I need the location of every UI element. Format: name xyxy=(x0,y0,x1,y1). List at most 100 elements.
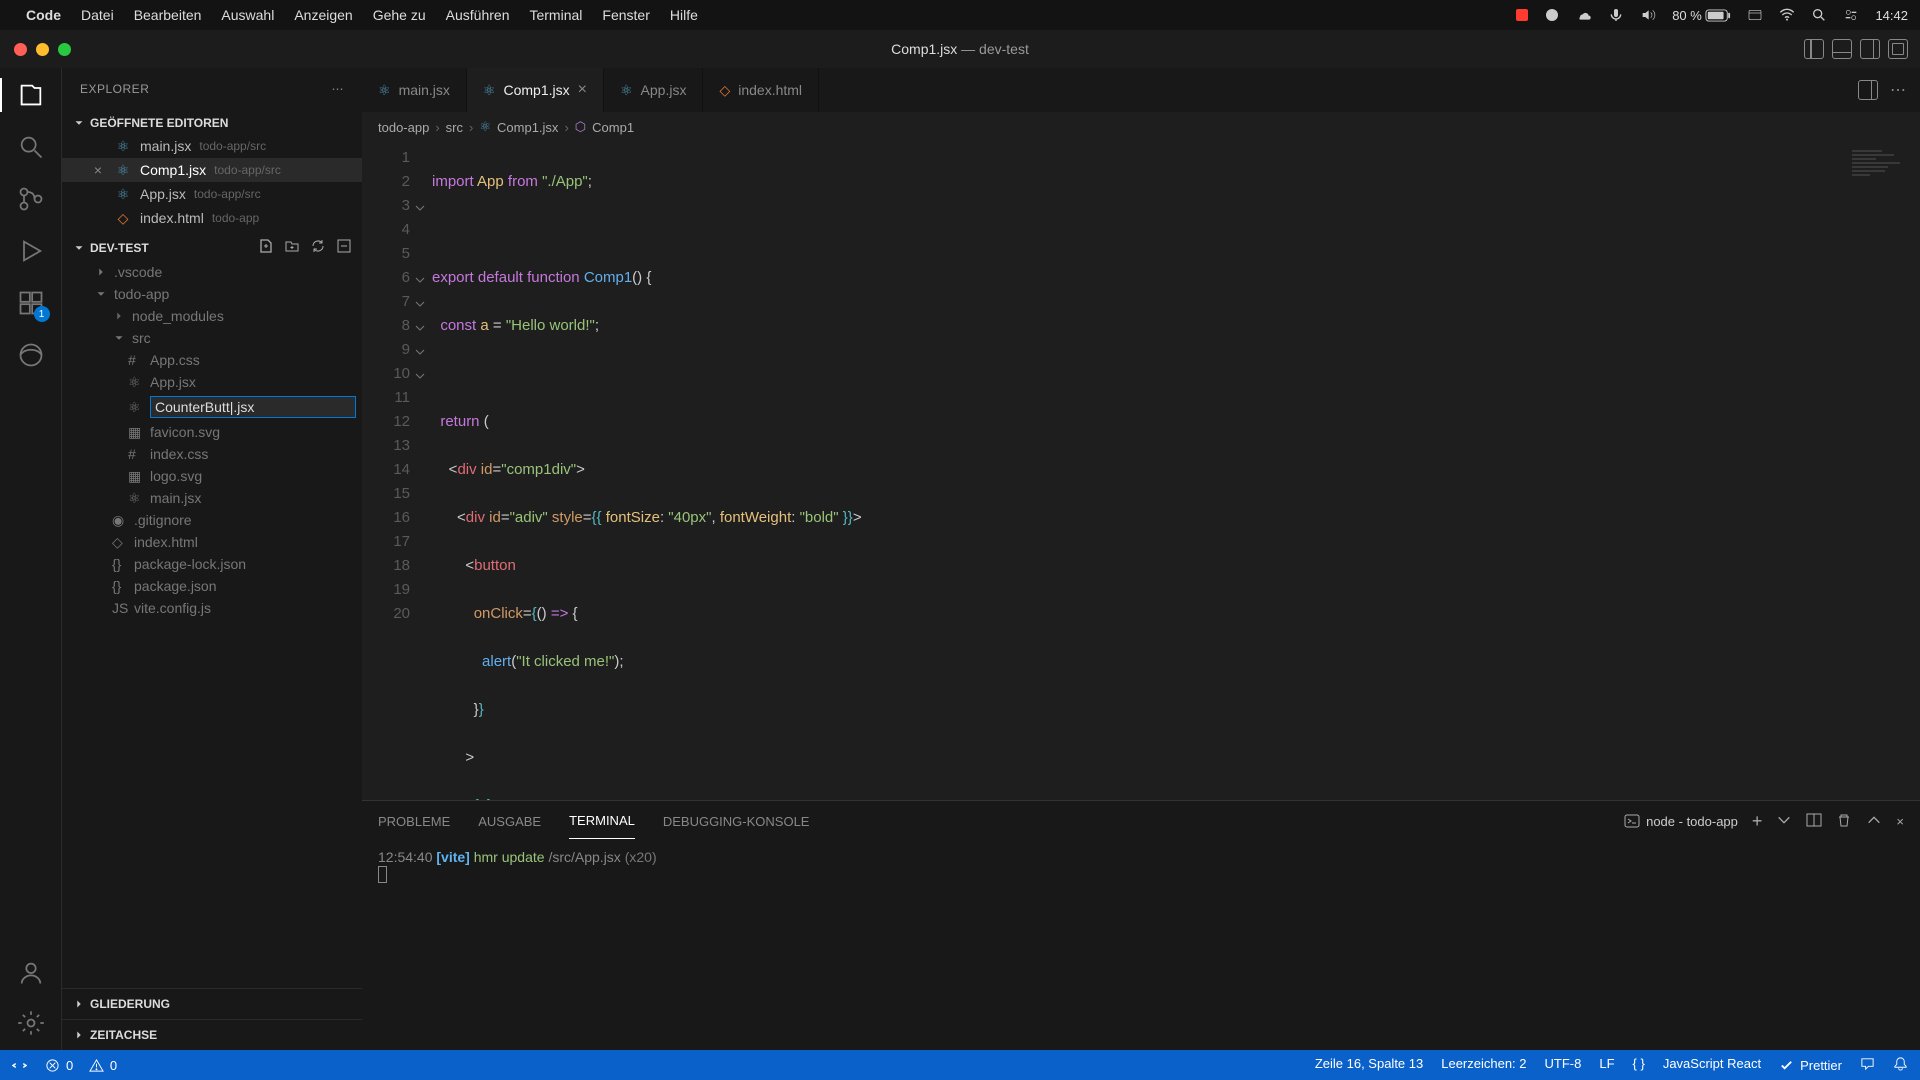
status-mic-icon[interactable] xyxy=(1608,7,1624,23)
status-indent[interactable]: Leerzeichen: 2 xyxy=(1441,1056,1526,1074)
terminal-split-icon[interactable] xyxy=(1806,812,1822,831)
status-clock[interactable]: 14:42 xyxy=(1875,8,1908,23)
folder-src[interactable]: src xyxy=(72,327,362,349)
window-minimize[interactable] xyxy=(36,43,49,56)
panel-tab-terminal[interactable]: TERMINAL xyxy=(569,803,635,839)
new-file-icon[interactable] xyxy=(258,238,274,257)
open-editor-main[interactable]: ⚛main.jsxtodo-app/src xyxy=(62,134,362,158)
terminal-dropdown-icon[interactable] xyxy=(1776,812,1792,831)
status-feedback-icon[interactable] xyxy=(1860,1056,1875,1074)
open-editor-comp1[interactable]: ×⚛Comp1.jsxtodo-app/src xyxy=(62,158,362,182)
window-maximize[interactable] xyxy=(58,43,71,56)
customize-layout-icon[interactable] xyxy=(1888,39,1908,59)
code-editor[interactable]: 1234567891011121314151617181920 import A… xyxy=(362,142,1920,800)
status-search-icon[interactable] xyxy=(1811,7,1827,23)
terminal-kill-icon[interactable] xyxy=(1836,812,1852,831)
menu-terminal[interactable]: Terminal xyxy=(529,7,582,23)
sidebar-more-icon[interactable]: ⋯ xyxy=(332,82,345,96)
status-tray-icon[interactable] xyxy=(1747,7,1763,23)
new-folder-icon[interactable] xyxy=(284,238,300,257)
tab-main[interactable]: ⚛main.jsx xyxy=(362,68,467,112)
status-encoding[interactable]: UTF-8 xyxy=(1545,1056,1582,1074)
file-app-css[interactable]: #App.css xyxy=(72,349,362,371)
status-volume-icon[interactable] xyxy=(1640,7,1656,23)
menu-window[interactable]: Fenster xyxy=(602,7,649,23)
activity-settings[interactable] xyxy=(16,1008,46,1038)
status-cursor-pos[interactable]: Zeile 16, Spalte 13 xyxy=(1315,1056,1423,1074)
activity-edge[interactable] xyxy=(16,340,46,370)
menu-run[interactable]: Ausführen xyxy=(446,7,510,23)
activity-search[interactable] xyxy=(16,132,46,162)
status-wifi-icon[interactable] xyxy=(1779,7,1795,23)
file-app-jsx[interactable]: ⚛App.jsx xyxy=(72,371,362,393)
terminal-shell-label[interactable]: node - todo-app xyxy=(1624,813,1738,829)
terminal-close-icon[interactable]: × xyxy=(1896,814,1904,829)
activity-debug[interactable] xyxy=(16,236,46,266)
menu-goto[interactable]: Gehe zu xyxy=(373,7,426,23)
menu-help[interactable]: Hilfe xyxy=(670,7,698,23)
panel-tab-debug[interactable]: DEBUGGING-KONSOLE xyxy=(663,804,810,839)
status-app-icon[interactable] xyxy=(1544,7,1560,23)
activity-explorer[interactable] xyxy=(16,80,46,110)
panel-tab-problems[interactable]: PROBLEME xyxy=(378,804,450,839)
activity-extensions[interactable]: 1 xyxy=(16,288,46,318)
file-index-html[interactable]: ◇index.html xyxy=(72,531,362,553)
window-close[interactable] xyxy=(14,43,27,56)
status-control-icon[interactable] xyxy=(1843,7,1859,23)
tab-more-icon[interactable]: ⋯ xyxy=(1890,80,1906,100)
file-favicon[interactable]: ▦favicon.svg xyxy=(72,421,362,443)
folder-vscode[interactable]: .vscode xyxy=(72,261,362,283)
menu-view[interactable]: Anzeigen xyxy=(294,7,352,23)
file-gitignore[interactable]: ◉.gitignore xyxy=(72,509,362,531)
file-vite-config[interactable]: JSvite.config.js xyxy=(72,597,362,619)
refresh-icon[interactable] xyxy=(310,238,326,257)
status-remote[interactable] xyxy=(12,1058,27,1073)
status-braces-icon[interactable]: { } xyxy=(1633,1056,1645,1074)
status-prettier[interactable]: Prettier xyxy=(1779,1056,1842,1074)
terminal-up-icon[interactable] xyxy=(1866,812,1882,831)
tab-close-icon[interactable]: × xyxy=(578,81,587,99)
section-timeline[interactable]: ZEITACHSE xyxy=(62,1019,362,1050)
app-name[interactable]: Code xyxy=(26,7,61,23)
activity-account[interactable] xyxy=(16,958,46,988)
open-editor-index[interactable]: ◇index.htmltodo-app xyxy=(62,206,362,230)
toggle-secondary-sidebar-icon[interactable] xyxy=(1860,39,1880,59)
tab-comp1[interactable]: ⚛Comp1.jsx× xyxy=(467,68,604,112)
file-index-css[interactable]: #index.css xyxy=(72,443,362,465)
terminal-new-icon[interactable]: + xyxy=(1752,811,1763,832)
rename-field[interactable] xyxy=(150,396,356,418)
status-bell-icon[interactable] xyxy=(1893,1056,1908,1074)
menu-file[interactable]: Datei xyxy=(81,7,114,23)
status-battery[interactable]: 80 % xyxy=(1672,8,1731,23)
activity-scm[interactable] xyxy=(16,184,46,214)
toggle-sidebar-icon[interactable] xyxy=(1804,39,1824,59)
tab-app[interactable]: ⚛App.jsx xyxy=(604,68,703,112)
file-logo[interactable]: ▦logo.svg xyxy=(72,465,362,487)
panel-tab-output[interactable]: AUSGABE xyxy=(478,804,541,839)
file-rename-input[interactable]: ⚛ xyxy=(72,393,362,421)
menu-selection[interactable]: Auswahl xyxy=(221,7,274,23)
folder-node-modules[interactable]: node_modules xyxy=(72,305,362,327)
file-main-jsx[interactable]: ⚛main.jsx xyxy=(72,487,362,509)
open-editor-app[interactable]: ⚛App.jsxtodo-app/src xyxy=(62,182,362,206)
section-outline[interactable]: GLIEDERUNG xyxy=(62,988,362,1019)
minimap[interactable] xyxy=(1852,150,1912,210)
breadcrumbs[interactable]: todo-app› src› ⚛Comp1.jsx› ⬡Comp1 xyxy=(362,112,1920,142)
status-cloud-icon[interactable] xyxy=(1576,7,1592,23)
terminal-body[interactable]: 12:54:40 [vite] hmr update /src/App.jsx … xyxy=(362,841,1920,1050)
status-rec-icon[interactable] xyxy=(1516,9,1528,21)
status-eol[interactable]: LF xyxy=(1599,1056,1614,1074)
folder-todo-app[interactable]: todo-app xyxy=(72,283,362,305)
close-icon[interactable]: × xyxy=(90,162,106,178)
section-project[interactable]: DEV-TEST xyxy=(62,234,362,261)
tab-index[interactable]: ◇index.html xyxy=(703,68,819,112)
section-open-editors[interactable]: GEÖFFNETE EDITOREN xyxy=(62,112,362,134)
toggle-panel-icon[interactable] xyxy=(1832,39,1852,59)
menu-edit[interactable]: Bearbeiten xyxy=(134,7,202,23)
collapse-icon[interactable] xyxy=(336,238,352,257)
split-editor-icon[interactable] xyxy=(1858,80,1878,100)
status-language[interactable]: JavaScript React xyxy=(1663,1056,1761,1074)
file-package-lock[interactable]: {}package-lock.json xyxy=(72,553,362,575)
status-errors[interactable]: 0 0 xyxy=(45,1058,117,1073)
file-package[interactable]: {}package.json xyxy=(72,575,362,597)
